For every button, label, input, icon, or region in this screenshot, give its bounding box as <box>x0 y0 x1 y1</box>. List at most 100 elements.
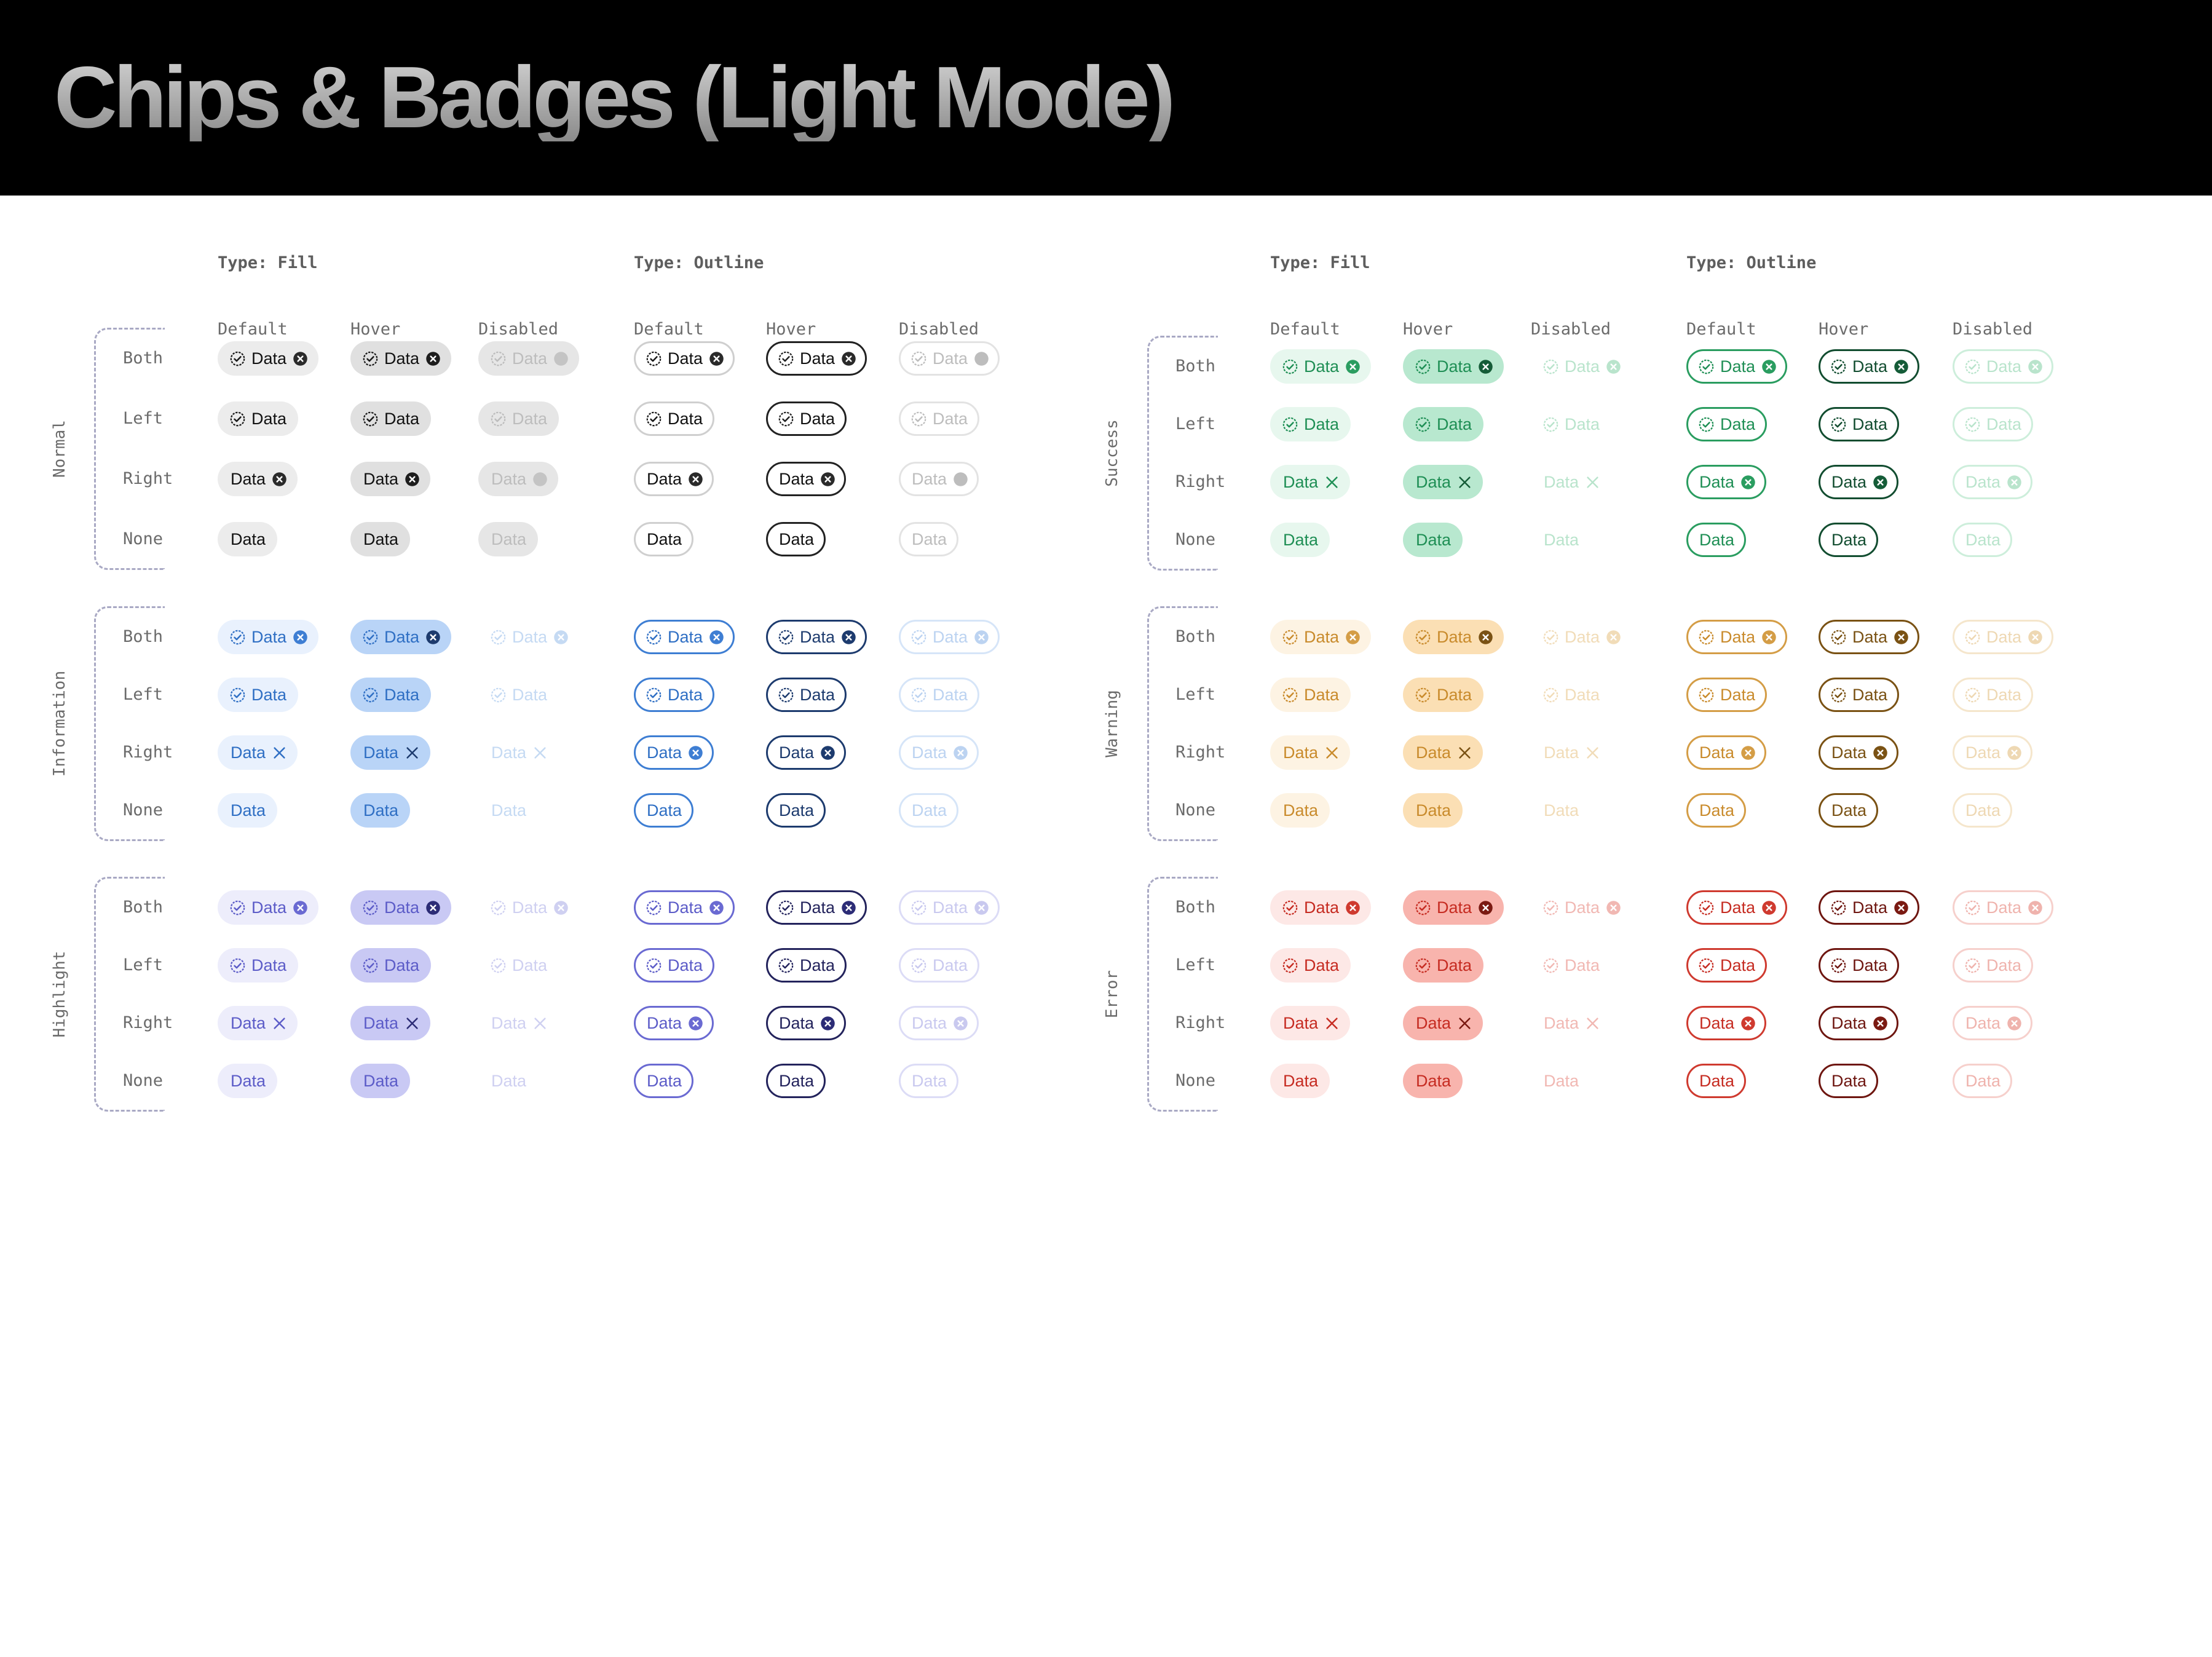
chip[interactable]: Data <box>218 620 319 654</box>
chip[interactable]: Data <box>766 462 847 496</box>
chip[interactable]: Data <box>1270 349 1372 384</box>
chip[interactable]: Data <box>350 678 432 712</box>
chip[interactable]: Data <box>218 793 278 828</box>
chip[interactable]: Data <box>1686 349 1788 384</box>
chip[interactable]: Data <box>1270 948 1351 983</box>
chip[interactable]: Data <box>1819 523 1879 557</box>
chip[interactable]: Data <box>1270 465 1351 499</box>
chip[interactable]: Data <box>766 948 847 983</box>
chip[interactable]: Data <box>350 1064 411 1098</box>
chip[interactable]: Data <box>350 401 432 436</box>
chip[interactable]: Data <box>1819 620 1920 654</box>
chip[interactable]: Data <box>1403 793 1463 828</box>
chip[interactable]: Data <box>350 890 452 925</box>
chip[interactable]: Data <box>766 678 847 712</box>
chip-label: Data <box>933 627 968 646</box>
chip[interactable]: Data <box>1819 465 1899 499</box>
chip[interactable]: Data <box>218 341 319 376</box>
chip[interactable]: Data <box>1270 735 1351 770</box>
chip[interactable]: Data <box>766 341 867 376</box>
chip[interactable]: Data <box>1686 735 1767 770</box>
chip[interactable]: Data <box>1686 407 1768 441</box>
chip[interactable]: Data <box>218 678 299 712</box>
chip[interactable]: Data <box>634 735 714 770</box>
chip[interactable]: Data <box>350 948 432 983</box>
chip[interactable]: Data <box>1686 1006 1767 1040</box>
chip[interactable]: Data <box>766 793 826 828</box>
chip[interactable]: Data <box>1686 890 1788 925</box>
chip[interactable]: Data <box>1403 407 1484 441</box>
chip[interactable]: Data <box>350 462 431 496</box>
chip[interactable]: Data <box>634 462 714 496</box>
chip[interactable]: Data <box>350 341 452 376</box>
chip[interactable]: Data <box>634 793 694 828</box>
chip[interactable]: Data <box>218 401 299 436</box>
chip[interactable]: Data <box>1270 890 1372 925</box>
chip[interactable]: Data <box>1403 620 1504 654</box>
chip[interactable]: Data <box>634 890 735 925</box>
chip[interactable]: Data <box>1686 465 1767 499</box>
chip[interactable]: Data <box>1270 1064 1330 1098</box>
chip[interactable]: Data <box>1403 1064 1463 1098</box>
chip[interactable]: Data <box>1819 349 1920 384</box>
close-circle-icon <box>426 351 440 366</box>
chip[interactable]: Data <box>1686 948 1768 983</box>
chip[interactable]: Data <box>350 522 411 556</box>
chip[interactable]: Data <box>218 1006 298 1040</box>
chip[interactable]: Data <box>1686 793 1747 828</box>
chip[interactable]: Data <box>218 462 298 496</box>
chip[interactable]: Data <box>1686 1064 1747 1098</box>
chip[interactable]: Data <box>218 735 298 770</box>
chip[interactable]: Data <box>1403 890 1504 925</box>
chip[interactable]: Data <box>766 401 847 436</box>
chip: Data <box>899 620 1000 654</box>
chip[interactable]: Data <box>350 620 452 654</box>
chip[interactable]: Data <box>1686 678 1768 712</box>
chip[interactable]: Data <box>1819 948 1900 983</box>
chip[interactable]: Data <box>634 1006 714 1040</box>
chip[interactable]: Data <box>1403 1006 1483 1040</box>
chip[interactable]: Data <box>766 1064 826 1098</box>
chip[interactable]: Data <box>1686 620 1788 654</box>
chip[interactable]: Data <box>1819 735 1899 770</box>
chip[interactable]: Data <box>218 890 319 925</box>
chip[interactable]: Data <box>1403 735 1483 770</box>
chip[interactable]: Data <box>1270 620 1372 654</box>
chip[interactable]: Data <box>1819 1006 1899 1040</box>
chip[interactable]: Data <box>766 735 847 770</box>
chip[interactable]: Data <box>1819 678 1900 712</box>
chip[interactable]: Data <box>634 401 715 436</box>
chip[interactable]: Data <box>1403 465 1483 499</box>
chip[interactable]: Data <box>1270 523 1330 557</box>
check-badge-icon <box>1282 417 1298 432</box>
chip[interactable]: Data <box>766 620 867 654</box>
chip[interactable]: Data <box>218 1064 278 1098</box>
chip[interactable]: Data <box>1686 523 1747 557</box>
chip[interactable]: Data <box>766 522 826 556</box>
chip[interactable]: Data <box>350 735 431 770</box>
chip[interactable]: Data <box>1403 349 1504 384</box>
chip[interactable]: Data <box>1403 523 1463 557</box>
chip[interactable]: Data <box>1270 793 1330 828</box>
chip[interactable]: Data <box>1270 407 1351 441</box>
chip[interactable]: Data <box>634 948 715 983</box>
chip[interactable]: Data <box>766 1006 847 1040</box>
chip[interactable]: Data <box>1819 793 1879 828</box>
chip[interactable]: Data <box>350 1006 431 1040</box>
chip[interactable]: Data <box>634 678 715 712</box>
chip[interactable]: Data <box>1403 678 1484 712</box>
chip[interactable]: Data <box>1270 678 1351 712</box>
chip[interactable]: Data <box>634 620 735 654</box>
chip[interactable]: Data <box>766 890 867 925</box>
chip[interactable]: Data <box>1403 948 1484 983</box>
chip[interactable]: Data <box>634 341 735 376</box>
chip[interactable]: Data <box>1819 890 1920 925</box>
chip[interactable]: Data <box>1819 407 1900 441</box>
chip[interactable]: Data <box>634 1064 694 1098</box>
chip[interactable]: Data <box>350 793 411 828</box>
chip[interactable]: Data <box>218 948 299 983</box>
chip[interactable]: Data <box>218 522 278 556</box>
chip[interactable]: Data <box>634 522 694 556</box>
chip[interactable]: Data <box>1819 1064 1879 1098</box>
chip[interactable]: Data <box>1270 1006 1351 1040</box>
